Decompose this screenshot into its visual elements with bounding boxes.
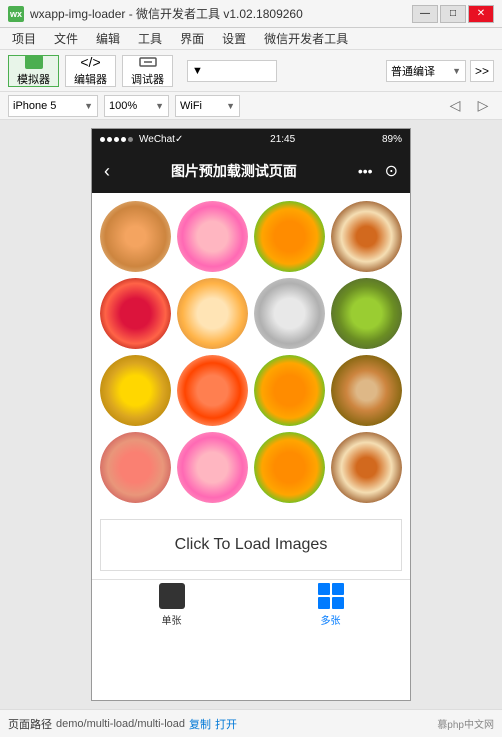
tab-multi[interactable]: 多张 [251, 583, 410, 627]
menu-item-ui[interactable]: 界面 [172, 28, 212, 49]
signal-dots: WeChat✓ [100, 134, 183, 145]
single-tab-label: 单张 [162, 612, 182, 627]
compile-dropdown[interactable]: ▼ [187, 60, 277, 82]
menu-bar: 项目 文件 编辑 工具 界面 设置 微信开发者工具 [0, 28, 502, 50]
tab-single[interactable]: 单张 [92, 583, 251, 627]
list-item [177, 432, 248, 503]
menu-item-tools[interactable]: 工具 [130, 28, 170, 49]
nav-icons: ••• ⊙ [358, 161, 398, 181]
list-item [177, 201, 248, 272]
phone-frame: WeChat✓ 21:45 89% ‹ 图片预加载测试页面 ••• ⊙ [91, 128, 411, 701]
logo-text: 慕php中文网 [437, 720, 494, 731]
close-button[interactable]: ✕ [468, 5, 494, 23]
list-item [331, 278, 402, 349]
menu-item-settings[interactable]: 设置 [214, 28, 254, 49]
list-item [100, 432, 171, 503]
list-item [177, 355, 248, 426]
list-item [331, 355, 402, 426]
simulator-icon [25, 55, 43, 69]
audio-button[interactable]: ▷ [472, 95, 494, 117]
rotate-button[interactable]: ◁ [444, 95, 466, 117]
status-bar: WeChat✓ 21:45 89% [92, 129, 410, 149]
menu-item-file[interactable]: 文件 [46, 28, 86, 49]
network-label: WiFi [180, 100, 202, 112]
debugger-icon [139, 55, 157, 69]
maximize-button[interactable]: □ [440, 5, 466, 23]
time-label: 21:45 [270, 134, 295, 145]
app-icon: wx [8, 6, 24, 22]
footer-copy-link[interactable]: 复制 [189, 716, 211, 732]
device-bar: iPhone 5 ▼ 100% ▼ WiFi ▼ ◁ ▷ [0, 92, 502, 120]
menu-item-project[interactable]: 项目 [4, 28, 44, 49]
minimize-button[interactable]: — [412, 5, 438, 23]
multi-tab-icon [318, 583, 344, 609]
list-item [100, 201, 171, 272]
tab-bar: 单张 多张 [92, 579, 410, 629]
menu-item-edit[interactable]: 编辑 [88, 28, 128, 49]
debugger-button[interactable]: 调试器 [122, 55, 173, 87]
battery-label: 89% [382, 134, 402, 145]
nav-menu-icon[interactable]: ••• [358, 163, 373, 179]
encode-chevron: ▼ [452, 66, 461, 76]
load-images-button[interactable]: Click To Load Images [100, 519, 402, 571]
title-bar: wx wxapp-img-loader - 微信开发者工具 v1.02.1809… [0, 0, 502, 28]
list-item [100, 355, 171, 426]
simulator-button[interactable]: 模拟器 [8, 55, 59, 87]
list-item [254, 355, 325, 426]
wechat-nav-bar: ‹ 图片预加载测试页面 ••• ⊙ [92, 149, 410, 193]
editor-icon: </> [82, 55, 100, 69]
zoom-select[interactable]: 100% ▼ [104, 95, 169, 117]
window-controls: — □ ✕ [412, 5, 494, 23]
editor-button[interactable]: </> 编辑器 [65, 55, 116, 87]
toolbar: 模拟器 </> 编辑器 调试器 ▼ 普通编译 ▼ >> [0, 50, 502, 92]
list-item [254, 278, 325, 349]
debugger-label: 调试器 [131, 71, 164, 87]
list-item [254, 201, 325, 272]
network-chevron: ▼ [226, 101, 235, 111]
image-grid [92, 193, 410, 511]
list-item [331, 201, 402, 272]
list-item [331, 432, 402, 503]
simulator-label: 模拟器 [17, 71, 50, 87]
footer-logo: 慕php中文网 [437, 716, 494, 731]
window-title: wxapp-img-loader - 微信开发者工具 v1.02.1809260 [30, 5, 303, 22]
footer: 页面路径 demo/multi-load/multi-load 复制 打开 慕p… [0, 709, 502, 737]
nav-title: 图片预加载测试页面 [171, 161, 297, 181]
multi-tab-label: 多张 [321, 612, 341, 627]
single-tab-icon [159, 583, 185, 609]
device-chevron: ▼ [84, 101, 93, 111]
device-select[interactable]: iPhone 5 ▼ [8, 95, 98, 117]
list-item [177, 278, 248, 349]
nav-back-icon[interactable]: ‹ [104, 161, 110, 182]
footer-open-link[interactable]: 打开 [215, 716, 237, 732]
device-label: iPhone 5 [13, 100, 56, 112]
main-area: WeChat✓ 21:45 89% ‹ 图片预加载测试页面 ••• ⊙ [0, 120, 502, 709]
zoom-label: 100% [109, 100, 137, 112]
encode-select[interactable]: 普通编译 ▼ [386, 60, 466, 82]
footer-prefix: 页面路径 [8, 716, 52, 732]
carrier-label: WeChat✓ [139, 134, 183, 145]
list-item [100, 278, 171, 349]
network-select[interactable]: WiFi ▼ [175, 95, 240, 117]
list-item [254, 432, 325, 503]
encode-label: 普通编译 [391, 63, 435, 79]
expand-button[interactable]: >> [470, 60, 494, 82]
footer-path: demo/multi-load/multi-load [56, 718, 185, 730]
zoom-chevron: ▼ [155, 101, 164, 111]
menu-item-wechat[interactable]: 微信开发者工具 [256, 28, 356, 49]
compile-label: ▼ [192, 65, 203, 77]
nav-record-icon[interactable]: ⊙ [385, 161, 398, 181]
phone-content: Click To Load Images 单张 多张 [92, 193, 410, 700]
editor-label: 编辑器 [74, 71, 107, 87]
